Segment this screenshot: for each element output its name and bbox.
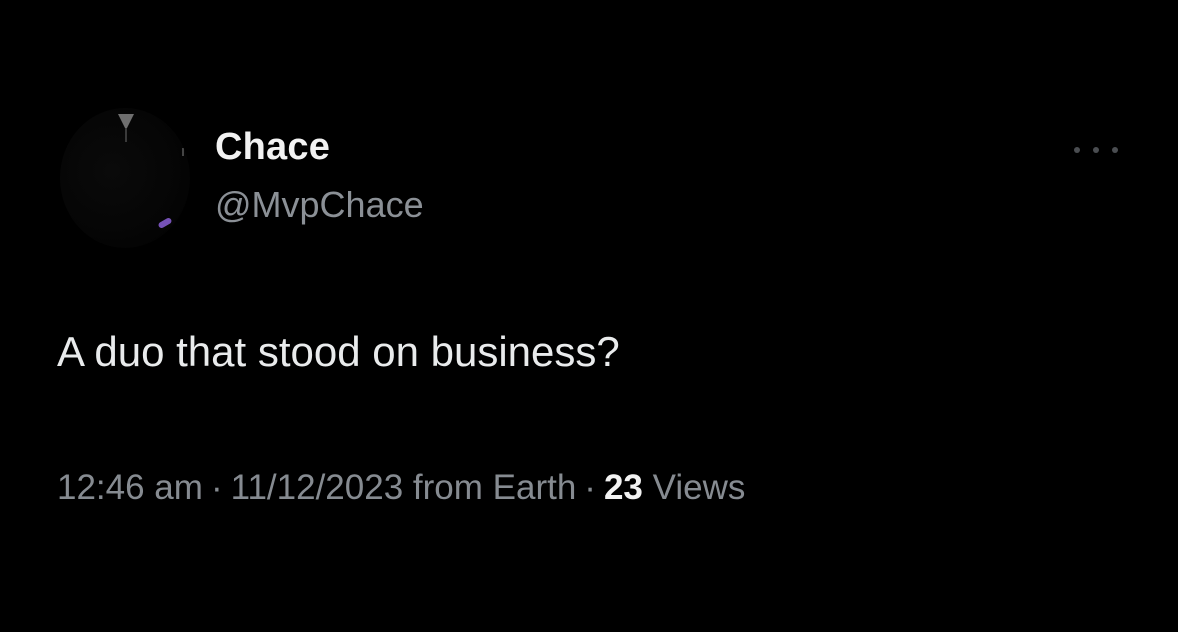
more-dot (1093, 147, 1099, 153)
more-options-icon[interactable] (1074, 138, 1118, 162)
tweet-time[interactable]: 12:46 am (57, 468, 203, 507)
tweet-card: Chace @MvpChace A duo that stood on busi… (0, 0, 1178, 632)
more-dot (1074, 147, 1080, 153)
tweet-text: A duo that stood on business? (57, 328, 620, 375)
views-count[interactable]: 23 (604, 468, 643, 507)
avatar-lamp-stem (125, 128, 127, 142)
avatar-detail (182, 148, 184, 156)
avatar-glow (157, 216, 173, 230)
meta-separator: · (584, 468, 596, 507)
author-display-name[interactable]: Chace (215, 126, 330, 169)
more-dot (1112, 147, 1118, 153)
tweet-date[interactable]: 11/12/2023 (231, 468, 404, 507)
views-label: Views (652, 468, 746, 507)
meta-separator: · (210, 468, 223, 507)
tweet-meta: 12:46 am · 11/12/2023 from Earth · 23 Views (57, 468, 745, 508)
author-handle[interactable]: @MvpChace (215, 184, 424, 226)
tweet-source: from Earth (412, 468, 577, 507)
avatar[interactable] (60, 108, 190, 248)
